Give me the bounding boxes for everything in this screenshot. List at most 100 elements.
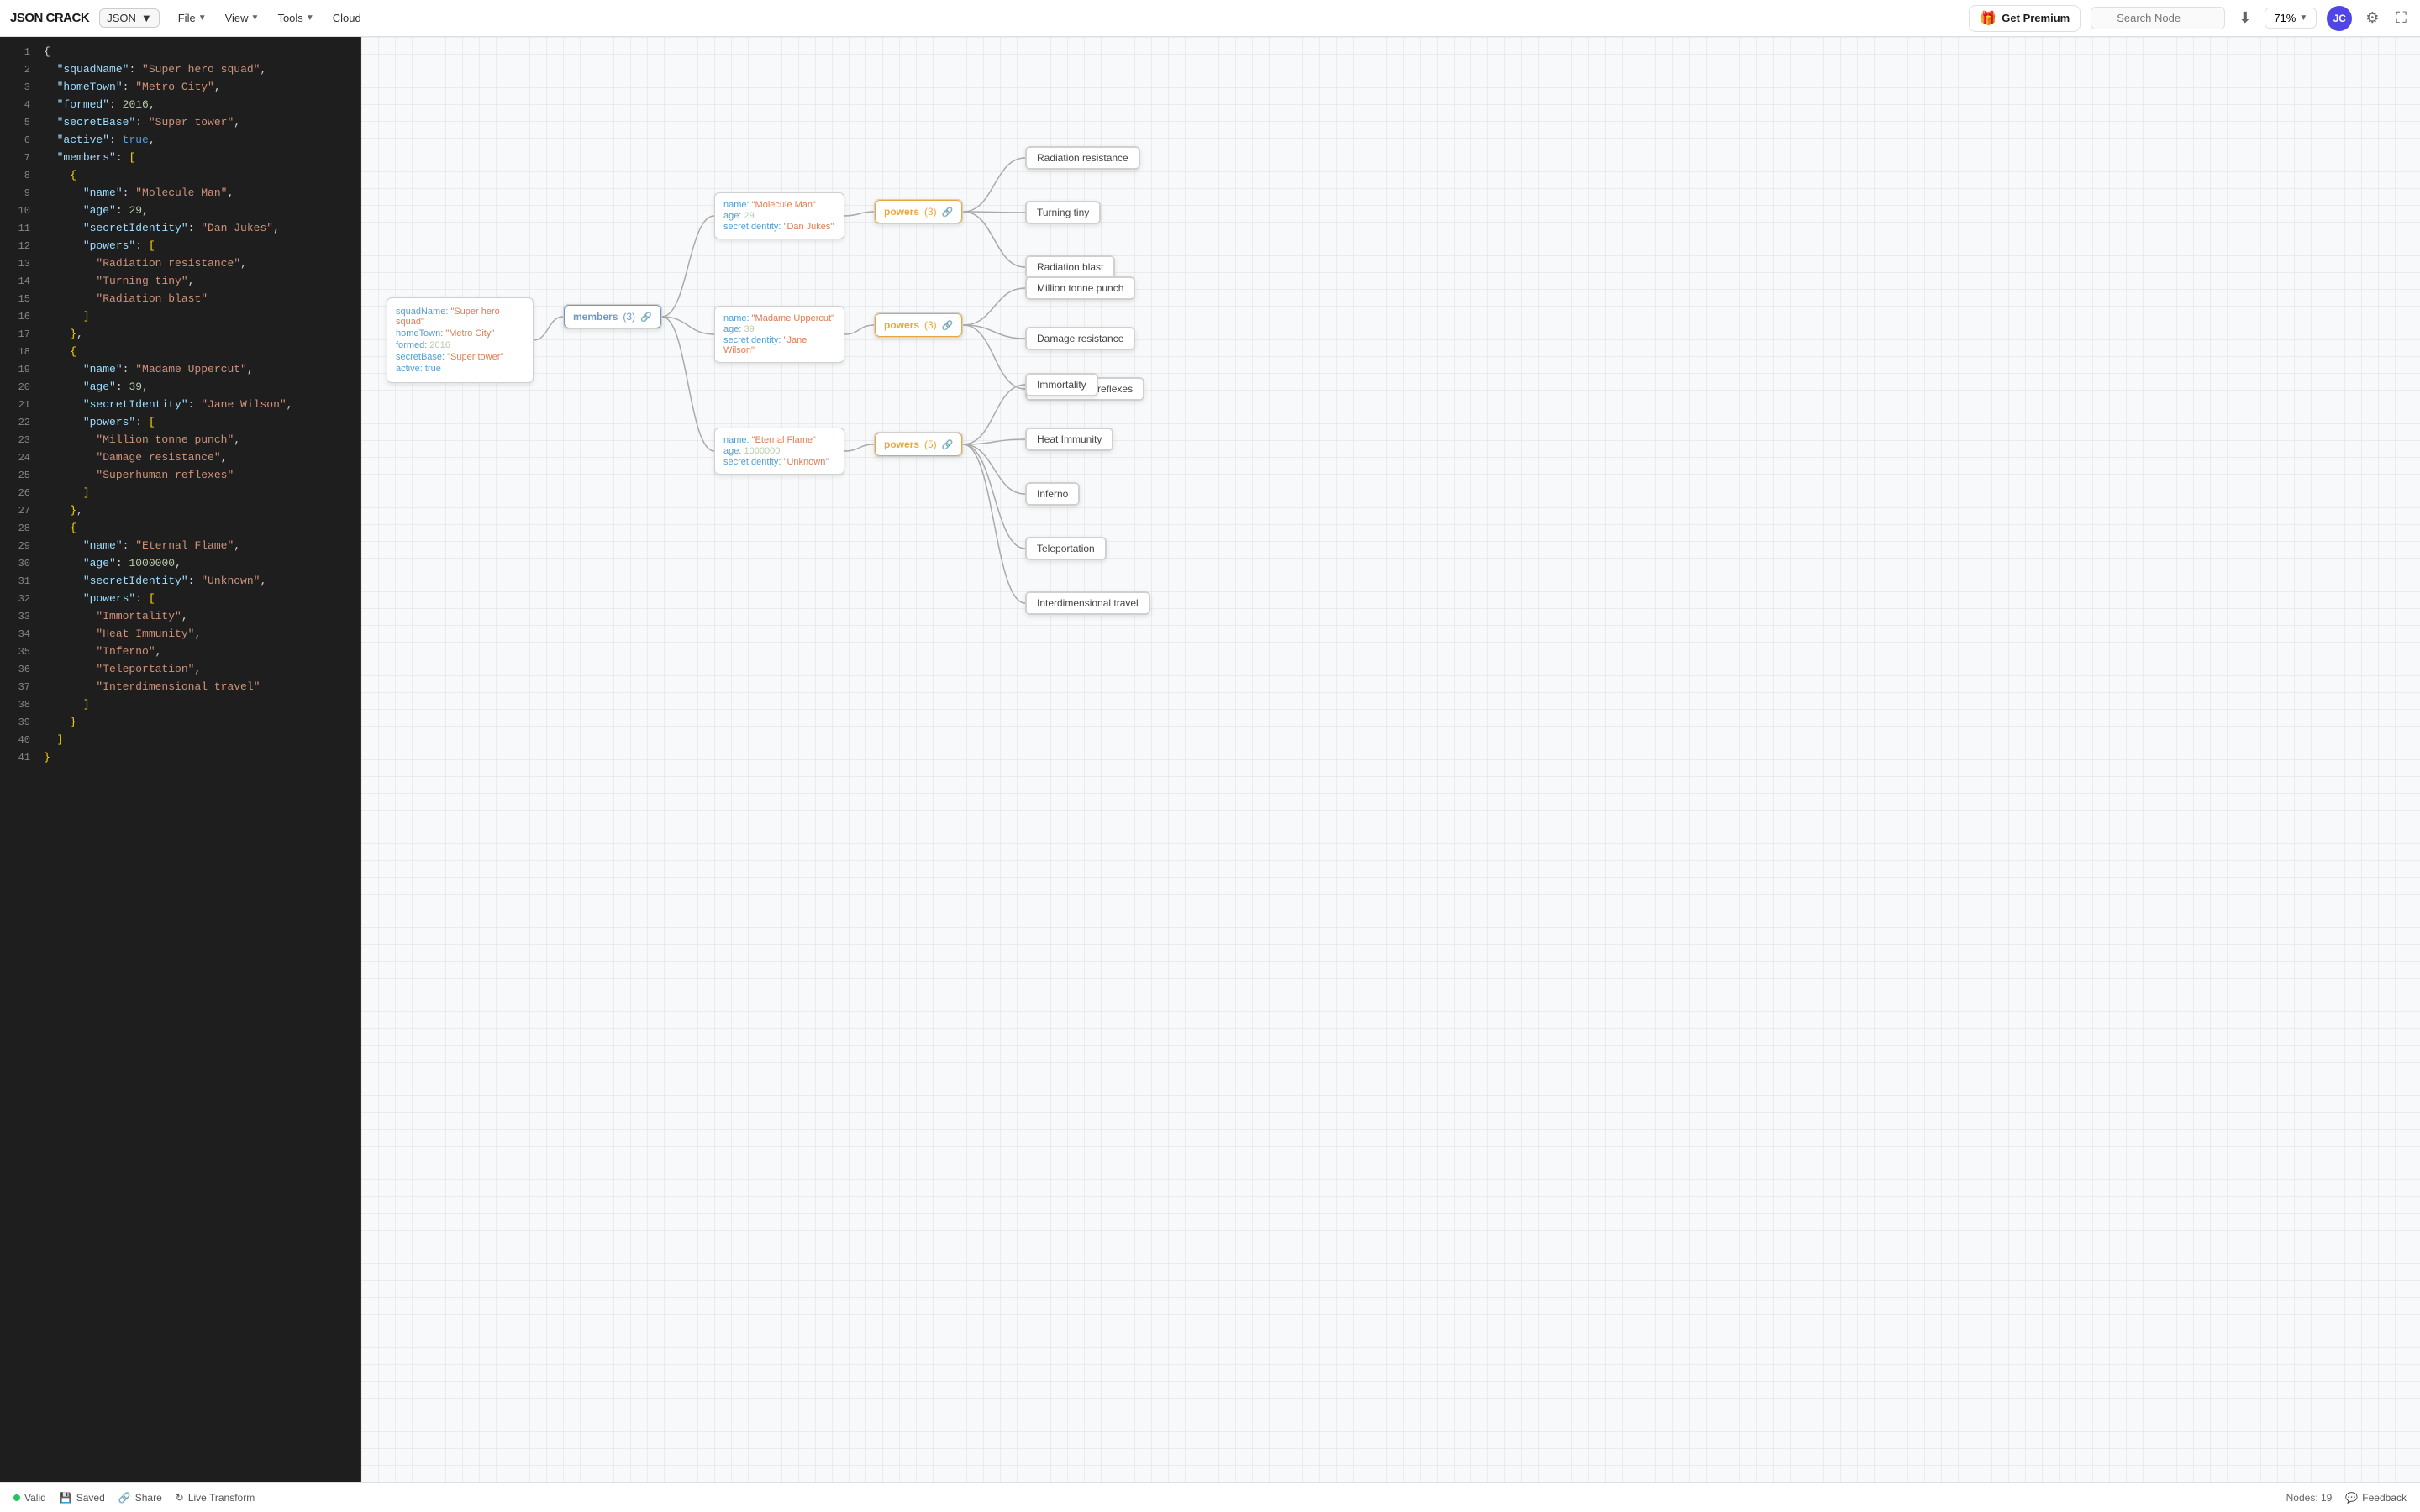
- member2-node: name: "Madame Uppercut" age: 39 secretId…: [714, 306, 844, 363]
- connections-svg: [361, 37, 2420, 1482]
- feedback-icon: 💬: [2345, 1492, 2358, 1504]
- power-item: Radiation blast: [1026, 256, 1114, 278]
- code-line: 37 "Interdimensional travel": [0, 679, 360, 696]
- p2-1: Damage resistance: [1025, 327, 1135, 350]
- code-line: 11 "secretIdentity": "Dan Jukes",: [0, 220, 360, 238]
- zoom-control[interactable]: 71% ▼: [2265, 8, 2317, 29]
- json-format-selector[interactable]: JSON ▼: [99, 8, 160, 28]
- members-btn-node: members (3) 🔗: [563, 304, 662, 329]
- code-line: 30 "age": 1000000,: [0, 555, 360, 573]
- p1-1: Turning tiny: [1025, 201, 1101, 224]
- code-line: 40 ]: [0, 732, 360, 749]
- code-line: 21 "secretIdentity": "Jane Wilson",: [0, 396, 360, 414]
- powers3-button[interactable]: powers (5) 🔗: [875, 433, 962, 456]
- powers1-btn: powers (3) 🔗: [874, 199, 963, 224]
- saved-status: 💾 Saved: [60, 1492, 105, 1504]
- member3-node: name: "Eternal Flame" age: 1000000 secre…: [714, 428, 844, 475]
- cloud-menu-item[interactable]: Cloud: [324, 8, 370, 28]
- code-line: 27 },: [0, 502, 360, 520]
- transform-icon: ↻: [176, 1492, 184, 1504]
- tools-menu-item[interactable]: Tools ▼: [269, 8, 322, 28]
- code-line: 16 ]: [0, 308, 360, 326]
- power-item: Heat Immunity: [1026, 428, 1113, 450]
- code-line: 38 ]: [0, 696, 360, 714]
- code-line: 28 {: [0, 520, 360, 538]
- main-area: 1{2 "squadName": "Super hero squad",3 "h…: [0, 37, 2420, 1482]
- code-line: 34 "Heat Immunity",: [0, 626, 360, 643]
- power-item: Million tonne punch: [1026, 277, 1134, 299]
- feedback-button[interactable]: 💬 Feedback: [2345, 1492, 2407, 1504]
- chevron-icon: ▼: [198, 13, 207, 23]
- code-line: 1{: [0, 44, 360, 61]
- powers2-btn: powers (3) 🔗: [874, 312, 963, 338]
- p3-4: Interdimensional travel: [1025, 591, 1150, 615]
- code-line: 41}: [0, 749, 360, 767]
- power-item: Damage resistance: [1026, 328, 1134, 349]
- code-line: 10 "age": 29,: [0, 202, 360, 220]
- user-avatar[interactable]: JC: [2327, 6, 2352, 31]
- power-item: Interdimensional travel: [1026, 592, 1150, 614]
- code-line: 6 "active": true,: [0, 132, 360, 150]
- settings-icon[interactable]: ⚙: [2362, 6, 2382, 30]
- power-item: Radiation resistance: [1026, 147, 1139, 169]
- code-line: 36 "Teleportation",: [0, 661, 360, 679]
- power-item: Turning tiny: [1026, 202, 1100, 223]
- valid-dot: [13, 1494, 20, 1501]
- view-menu-item[interactable]: View ▼: [217, 8, 268, 28]
- save-icon: 💾: [60, 1492, 72, 1504]
- members-button[interactable]: members (3) 🔗: [564, 305, 661, 328]
- link-icon: 🔗: [118, 1492, 131, 1504]
- code-line: 3 "homeTown": "Metro City",: [0, 79, 360, 97]
- code-line: 23 "Million tonne punch",: [0, 432, 360, 449]
- code-line: 9 "name": "Molecule Man",: [0, 185, 360, 202]
- chevron-down-icon: ▼: [2299, 13, 2307, 23]
- code-line: 2 "squadName": "Super hero squad",: [0, 61, 360, 79]
- code-line: 39 }: [0, 714, 360, 732]
- p1-0: Radiation resistance: [1025, 146, 1140, 170]
- code-line: 22 "powers": [: [0, 414, 360, 432]
- graph-canvas[interactable]: squadName: "Super hero squad" homeTown: …: [361, 37, 2420, 1482]
- code-line: 12 "powers": [: [0, 238, 360, 255]
- gift-icon: 🎁: [1980, 10, 1996, 27]
- fullscreen-icon[interactable]: ⛶: [2392, 6, 2410, 30]
- p3-1: Heat Immunity: [1025, 428, 1113, 451]
- code-line: 25 "Superhuman reflexes": [0, 467, 360, 485]
- power-item: Teleportation: [1026, 538, 1106, 559]
- download-icon[interactable]: ⬇: [2235, 6, 2254, 30]
- p1-2: Radiation blast: [1025, 255, 1115, 279]
- app-logo: JSON CRACK: [10, 11, 89, 25]
- code-editor[interactable]: 1{2 "squadName": "Super hero squad",3 "h…: [0, 37, 361, 1482]
- valid-status: Valid: [13, 1492, 46, 1504]
- code-line: 8 {: [0, 167, 360, 185]
- code-line: 26 ]: [0, 485, 360, 502]
- power-item: Immortality: [1026, 374, 1097, 396]
- code-line: 14 "Turning tiny",: [0, 273, 360, 291]
- chevron-icon: ▼: [306, 13, 314, 23]
- powers2-button[interactable]: powers (3) 🔗: [875, 313, 962, 337]
- nodes-count: Nodes: 19: [2286, 1492, 2333, 1504]
- powers1-button[interactable]: powers (3) 🔗: [875, 200, 962, 223]
- chevron-down-icon: ▼: [141, 12, 152, 24]
- code-line: 20 "age": 39,: [0, 379, 360, 396]
- search-node-input[interactable]: [2091, 7, 2225, 29]
- share-status[interactable]: 🔗 Share: [118, 1492, 162, 1504]
- file-menu-item[interactable]: File ▼: [170, 8, 215, 28]
- p3-2: Inferno: [1025, 482, 1080, 506]
- bottombar: Valid 💾 Saved 🔗 Share ↻ Live Transform N…: [0, 1482, 2420, 1512]
- get-premium-button[interactable]: 🎁 Get Premium: [1969, 5, 2081, 32]
- code-line: 4 "formed": 2016,: [0, 97, 360, 114]
- code-line: 35 "Inferno",: [0, 643, 360, 661]
- code-line: 24 "Damage resistance",: [0, 449, 360, 467]
- root-node: squadName: "Super hero squad" homeTown: …: [387, 297, 534, 383]
- p3-3: Teleportation: [1025, 537, 1107, 560]
- code-line: 33 "Immortality",: [0, 608, 360, 626]
- live-transform-status[interactable]: ↻ Live Transform: [176, 1492, 255, 1504]
- search-wrapper: 🔍: [2091, 7, 2225, 29]
- code-line: 18 {: [0, 344, 360, 361]
- code-line: 19 "name": "Madame Uppercut",: [0, 361, 360, 379]
- powers3-btn: powers (5) 🔗: [874, 432, 963, 457]
- topbar: JSON CRACK JSON ▼ File ▼ View ▼ Tools ▼ …: [0, 0, 2420, 37]
- code-line: 7 "members": [: [0, 150, 360, 167]
- code-line: 32 "powers": [: [0, 591, 360, 608]
- member1-node: name: "Molecule Man" age: 29 secretIdent…: [714, 192, 844, 239]
